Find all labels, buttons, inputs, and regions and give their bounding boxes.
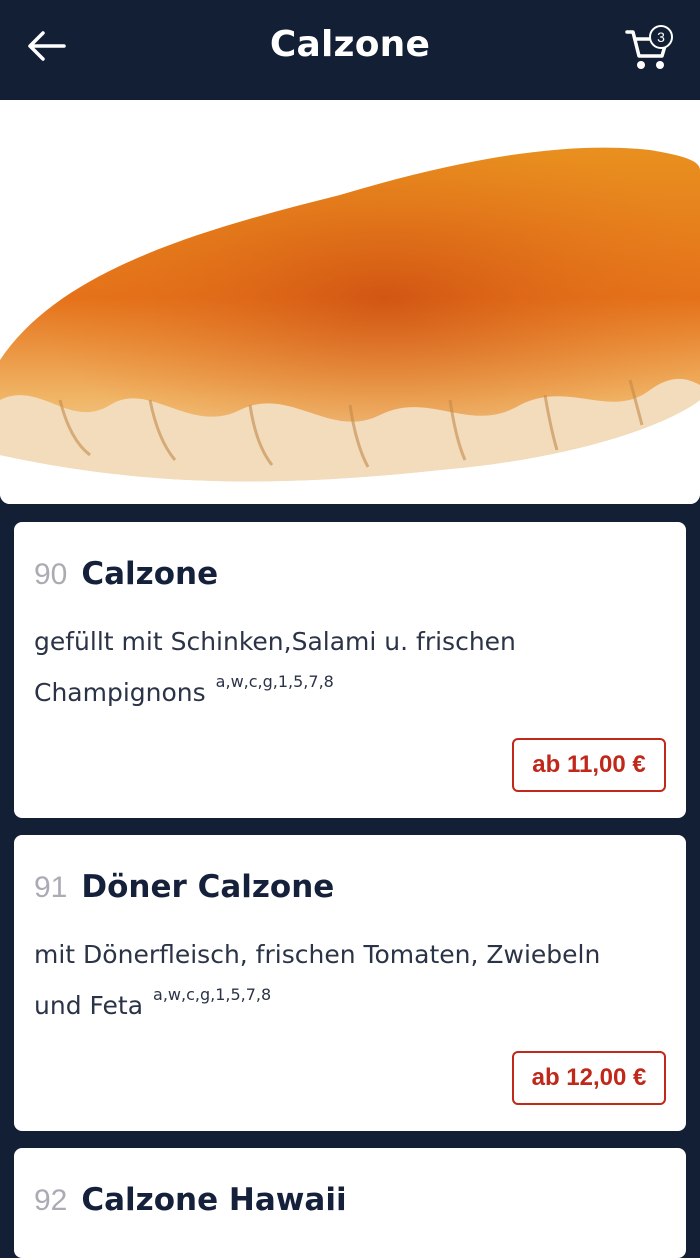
item-description-block: mit Dönerfleisch, frischen Tomaten, Zwie… [34,935,654,1026]
item-name: Döner Calzone [81,869,335,905]
page-title: Calzone [269,24,431,65]
item-name: Calzone Hawaii [81,1182,347,1218]
item-number: 92 [34,1184,68,1217]
item-heading: 91 Döner Calzone [34,869,334,905]
menu-item-card[interactable]: 91 Döner Calzone mit Dönerfleisch, frisch… [14,835,686,1131]
menu-item-card[interactable]: 90 Calzone gefüllt mit Schinken,Salami u.… [14,522,686,818]
item-description: gefüllt mit Schinken,Salami u. frischen … [34,627,516,707]
price-button[interactable]: ab 12,00 € [512,1051,666,1105]
item-description: mit Dönerfleisch, frischen Tomaten, Zwie… [34,940,601,1020]
item-heading: 92 Calzone Hawaii [34,1182,347,1218]
item-heading: 90 Calzone [34,556,218,592]
calzone-illustration [0,100,700,504]
item-name: Calzone [81,556,219,592]
item-number: 90 [34,558,68,591]
item-allergens: a,w,c,g,1,5,7,8 [215,672,334,691]
item-number: 91 [34,871,68,904]
calzone-photo [0,100,700,504]
item-allergens: a,w,c,g,1,5,7,8 [153,985,272,1004]
menu-item-card[interactable]: 92 Calzone Hawaii [14,1148,686,1258]
cart-button[interactable]: 3 [624,22,678,74]
item-description-block: gefüllt mit Schinken,Salami u. frischen … [34,622,654,713]
cart-count-badge: 3 [649,25,673,49]
price-button[interactable]: ab 11,00 € [512,738,666,792]
app-header: Calzone 3 [0,0,700,100]
